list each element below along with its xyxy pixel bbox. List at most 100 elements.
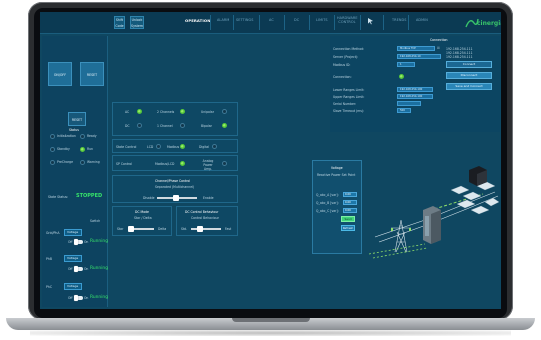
analog-power-amp-indicator[interactable] xyxy=(222,161,227,166)
lcd-label: LCD xyxy=(147,145,154,149)
lower-range-label: Lower Ranges Limit: xyxy=(333,88,365,92)
connect-button[interactable]: Connect xyxy=(446,61,492,68)
dc-control-slider[interactable] xyxy=(191,228,221,230)
slave-timeout-input[interactable]: 500 xyxy=(397,108,411,113)
upper-range-input[interactable]: 192.168.254.100 xyxy=(397,94,433,99)
state-control-label: State Control xyxy=(116,145,137,149)
channel-control-subtitle: Separated (Multichannel) xyxy=(155,185,195,189)
analog-power-amp-label: Analog Power Amp. xyxy=(202,159,214,171)
q-abc-c-input[interactable]: 0.00 xyxy=(343,208,357,213)
unipolar-indicator[interactable] xyxy=(222,109,227,114)
connection-method-select[interactable]: Modbus TCP xyxy=(397,46,435,51)
phc-label: PhC xyxy=(46,285,52,289)
on-off-button[interactable]: ON/OFF xyxy=(48,62,72,86)
q-abc-b-label: Q_abc_B [var]: xyxy=(316,201,339,205)
tab-settings[interactable]: SETTINGS xyxy=(236,18,254,22)
lower-range-input[interactable]: 192.168.254.100 xyxy=(397,87,433,92)
standby-indicator xyxy=(50,147,55,152)
grid-pha-toggle[interactable] xyxy=(74,239,83,245)
tab-dc[interactable]: DC xyxy=(294,18,299,22)
channel-control-title: Channel/Phase Control xyxy=(155,179,191,183)
run-indicator xyxy=(80,147,85,152)
dc-control-subtitle: Control Behaviour xyxy=(191,216,219,220)
status-reset-button[interactable]: RESET xyxy=(68,112,86,126)
tab-admin[interactable]: ADMIN xyxy=(416,18,428,22)
tab-ac[interactable]: AC xyxy=(269,18,274,22)
connection-status-label: Connection: xyxy=(333,75,352,79)
tab-hardware-control[interactable]: HARDWARE CONTROL xyxy=(337,16,358,24)
grid-pha-label: Grid/PhA xyxy=(46,231,60,235)
state-label-initialization: Initialization xyxy=(57,134,76,138)
state-label-warning: Warning xyxy=(87,160,100,164)
connection-status-indicator xyxy=(399,74,404,79)
phb-on-label: On xyxy=(84,267,89,271)
logo-text: cinergia xyxy=(477,20,501,27)
tab-operation[interactable]: OPERATION xyxy=(185,18,210,23)
tab-divider xyxy=(408,15,409,30)
tab-divider xyxy=(383,15,384,30)
server-input[interactable]: 192.168.254.10 xyxy=(397,54,441,59)
phb-running-status: Running xyxy=(90,266,108,271)
power-grid-illustration xyxy=(368,166,500,259)
save-and-connect-button[interactable]: Save and Connect xyxy=(446,83,492,90)
q-abc-b-input[interactable]: 0.00 xyxy=(343,200,357,205)
ip-list-item[interactable]: 192.168.254.111 xyxy=(446,55,473,59)
phb-toggle[interactable] xyxy=(74,266,83,272)
dc-control-fast-label: Fast xyxy=(225,227,232,231)
grid-pha-running-status: Running xyxy=(90,239,108,244)
state-status-value: STOPPED xyxy=(76,193,103,199)
q-abc-a-label: Q_abc_A [var]: xyxy=(316,193,339,197)
phc-select[interactable]: Voltage xyxy=(64,283,82,290)
dc-control-knob[interactable] xyxy=(197,226,203,232)
upper-range-label: Upper Ranges Limit: xyxy=(333,95,365,99)
unlock-system-button[interactable]: Unlock System xyxy=(130,16,144,29)
modbus-id-label: Modbus ID: xyxy=(333,63,351,67)
phc-running-status: Running xyxy=(90,295,108,300)
state-label-run: Run xyxy=(87,147,93,151)
refresh-button[interactable]: Refresh xyxy=(341,225,355,231)
warning-indicator xyxy=(80,160,85,165)
dc-mode-delta-label: Delta xyxy=(158,227,167,231)
tab-divider xyxy=(259,15,260,30)
two-channels-label: 2 Channels xyxy=(157,110,175,114)
two-channels-indicator[interactable] xyxy=(180,109,185,114)
modbus-id-input[interactable]: 1 xyxy=(397,62,415,67)
reset-button[interactable]: RESET xyxy=(80,62,104,86)
serial-number-input[interactable] xyxy=(397,101,421,106)
lcd-indicator[interactable] xyxy=(156,144,161,149)
grid-pha-select[interactable]: Voltage xyxy=(64,229,82,236)
send-button[interactable]: Send xyxy=(341,216,355,222)
status-title: Status xyxy=(69,128,79,132)
tab-divider xyxy=(284,15,285,30)
connection-panel: Connection Connection Method: Modbus TCP… xyxy=(330,36,500,132)
dc-mode-knob[interactable] xyxy=(128,226,134,232)
digital-label: Digital xyxy=(199,145,210,149)
bipolar-indicator[interactable] xyxy=(222,123,227,128)
slave-timeout-label: Slave Timeout (ms): xyxy=(333,109,365,113)
channel-control-knob[interactable] xyxy=(173,195,179,201)
q-abc-a-input[interactable]: 0.00 xyxy=(343,192,357,197)
ac-indicator[interactable] xyxy=(137,109,142,114)
phb-label: PhB xyxy=(46,257,52,261)
phc-toggle[interactable] xyxy=(74,295,83,301)
shift-code-button[interactable]: Shift Code xyxy=(114,16,125,29)
tab-trends[interactable]: TRENDS xyxy=(392,18,406,22)
modbus-indicator[interactable] xyxy=(180,144,185,149)
modbus-lcd-indicator[interactable] xyxy=(180,161,185,166)
disconnect-button[interactable]: Disconnect xyxy=(446,72,492,79)
tab-limits[interactable]: LIMITS xyxy=(316,18,328,22)
one-channel-indicator[interactable] xyxy=(180,123,185,128)
phb-select[interactable]: Voltage xyxy=(64,255,82,262)
digital-indicator[interactable] xyxy=(212,144,217,149)
phc-off-label: Off xyxy=(68,296,73,300)
tab-cursor-icon[interactable] xyxy=(367,17,375,26)
dc-indicator[interactable] xyxy=(137,123,142,128)
laptop-notch xyxy=(232,318,310,322)
connection-checkbox[interactable]: ☒ xyxy=(437,46,440,50)
channel-disable-label: Disable xyxy=(143,196,155,200)
top-navigation: Shift Code Unlock System OPERATION ALARM… xyxy=(40,12,501,34)
ready-indicator xyxy=(80,134,85,139)
tab-alarm[interactable]: ALARM xyxy=(217,18,229,22)
reactive-panel-title: Voltage xyxy=(331,166,343,170)
dc-mode-panel: DC Mode Star / Delta Star Delta xyxy=(112,206,172,236)
